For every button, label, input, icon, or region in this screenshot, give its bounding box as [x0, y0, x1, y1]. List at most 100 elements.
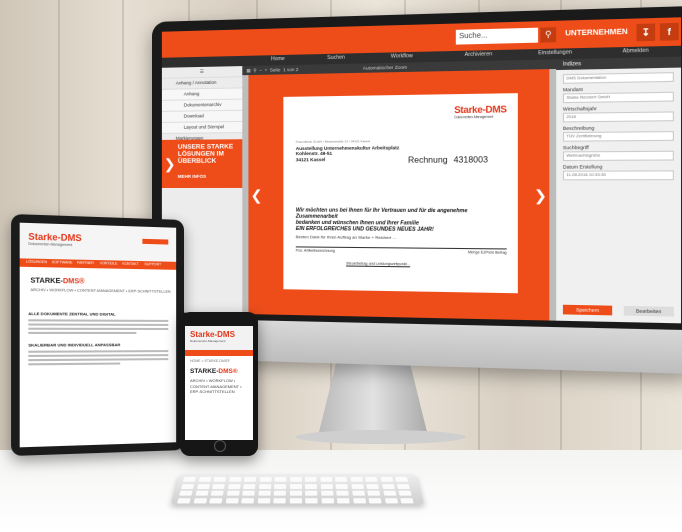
- field-suchbegriff[interactable]: Weihnachtsgrüße: [562, 150, 674, 162]
- keyboard-key: [242, 490, 255, 496]
- keyboard-key: [352, 497, 366, 503]
- phone-subline: ARCHIV • WORKFLOW • CONTENT-MANAGEMENT •…: [190, 378, 242, 394]
- breadcrumb: HOME > STARKE-DMS®: [190, 359, 230, 363]
- invoice-title: Rechnung: [407, 155, 448, 165]
- home-button-icon[interactable]: [214, 440, 226, 452]
- keyboard-key: [181, 483, 195, 489]
- keyboard-key: [228, 477, 242, 482]
- unternehmen-link[interactable]: UNTERNEHMEN: [565, 29, 628, 38]
- keyboard-key: [179, 490, 193, 496]
- keyboard-key: [367, 490, 381, 496]
- text-line: [28, 354, 169, 357]
- text-line: [28, 323, 169, 326]
- keyboard-key: [259, 477, 272, 482]
- text-line: [28, 319, 169, 322]
- keyboard-key: [209, 497, 223, 503]
- keyboard-key: [366, 483, 379, 489]
- tablet-screen: Starke-DMS Dokumenten-Management LÖSUNGEN…: [19, 222, 177, 448]
- tablet-headline-a: STARKE-: [30, 277, 63, 286]
- tablet-nav-item[interactable]: KONTAKT: [122, 262, 138, 266]
- tablet-search-button[interactable]: [142, 238, 169, 245]
- index-actions: Speichern Bearbeiten: [562, 304, 674, 317]
- document-brand: Starke-DMS Dokumenten-Management: [454, 104, 507, 119]
- tablet-logo[interactable]: Starke-DMS Dokumenten-Management: [28, 231, 81, 247]
- tablet-nav-item[interactable]: LÖSUNGEN: [26, 260, 47, 265]
- keyboard-key: [304, 477, 317, 482]
- keyboard-key: [395, 477, 409, 482]
- download-icon[interactable]: ↧: [636, 23, 656, 42]
- promo-title: UNSERE STARKE LÖSUNGEN IM ÜBERBLICK: [177, 143, 234, 165]
- search-icon[interactable]: ⚲: [253, 68, 256, 73]
- text-line: [28, 362, 121, 365]
- text-line: [28, 327, 169, 330]
- keyboard-key: [398, 490, 412, 496]
- left-panel-item[interactable]: Layout und Stempel: [161, 121, 243, 134]
- tablet-device: Starke-DMS Dokumenten-Management LÖSUNGEN…: [11, 213, 185, 457]
- save-button[interactable]: Speichern: [562, 304, 613, 316]
- keyboard-key: [182, 477, 196, 482]
- sidebar-toggle-icon[interactable]: ▦: [246, 68, 250, 73]
- promo-banner[interactable]: ❯ UNSERE STARKE LÖSUNGEN IM ÜBERBLICK ME…: [161, 139, 243, 188]
- tab-suchen[interactable]: Suchen: [327, 55, 345, 62]
- keyboard-key: [274, 483, 287, 489]
- text-line: [28, 350, 169, 353]
- tab-einstellungen[interactable]: Einstellungen: [538, 49, 572, 56]
- tablet-section-title: SKALIERBAR UND INDIVIDUELL ANPASSBAR: [28, 342, 121, 348]
- chevron-right-icon: ❯: [163, 155, 176, 172]
- phone-logo[interactable]: Starke-DMS Dokumenten-Management: [190, 330, 235, 343]
- tab-abmelden[interactable]: Abmelden: [623, 48, 649, 55]
- keyboard-key: [336, 497, 350, 503]
- tablet-nav-item[interactable]: VORTEILE: [100, 261, 118, 265]
- keyboard-key: [381, 483, 395, 489]
- page-indicator[interactable]: 1 von 2: [283, 67, 298, 72]
- keyboard-key: [319, 477, 332, 482]
- zoom-out-icon[interactable]: −: [259, 68, 262, 73]
- message-line: Wir möchten uns bei Ihnen für Ihr Vertra…: [295, 207, 468, 220]
- phone-logo-text: Starke-DMS: [190, 330, 235, 339]
- recipient-city: 34121 Kassel: [295, 156, 326, 162]
- keyboard-key: [400, 497, 414, 503]
- invoice-document: Starke-DMS Dokumenten-Management Freundli…: [283, 93, 518, 294]
- facebook-icon[interactable]: f: [659, 22, 679, 41]
- invoice-message: Wir möchten uns bei Ihnen für Ihr Vertra…: [296, 207, 507, 233]
- invoice-number: 4318003: [453, 155, 488, 165]
- zoom-select[interactable]: Automatischer Zoom: [363, 65, 407, 71]
- keyboard-key: [384, 497, 398, 503]
- keyboard-key: [212, 483, 225, 489]
- tab-home[interactable]: Home: [271, 56, 285, 62]
- keyboard-key: [225, 497, 239, 503]
- tab-archivieren[interactable]: Archivieren: [465, 51, 493, 58]
- field-datum[interactable]: 11.08.2016 10:33:30: [562, 170, 674, 181]
- message-line: EIN ERFOLGREICHES UND GESUNDES NEUES JAH…: [295, 225, 434, 234]
- tablet-nav-item[interactable]: SUPPORT: [144, 262, 161, 266]
- index-panel-title: Indizes: [556, 56, 682, 71]
- promo-button[interactable]: MEHR INFOS: [178, 174, 206, 179]
- keyboard-key: [368, 497, 382, 503]
- keyboard-key: [241, 497, 255, 503]
- chevron-right-icon[interactable]: ❯: [534, 187, 547, 205]
- zoom-in-icon[interactable]: +: [265, 68, 268, 73]
- keyboard-key: [213, 477, 227, 482]
- keyboard-key: [351, 490, 365, 496]
- search-icon[interactable]: ⚲: [540, 27, 557, 43]
- chevron-left-icon[interactable]: ❮: [250, 187, 262, 204]
- phone-logo-sub: Dokumenten-Management: [190, 339, 226, 343]
- phone-menu-bar[interactable]: [185, 350, 253, 356]
- keyboard-key: [305, 490, 318, 496]
- keyboard-key: [210, 490, 224, 496]
- phone-screen: Starke-DMS Dokumenten-Management HOME > S…: [185, 326, 253, 440]
- table-head-right: Menge EzPreis Betrag: [467, 250, 507, 255]
- left-panel-item[interactable]: Download: [161, 110, 243, 123]
- keyboard-key: [273, 490, 286, 496]
- tablet-headline: STARKE-DMS®: [30, 277, 84, 285]
- tablet-nav-item[interactable]: SOFTWARE: [52, 260, 73, 265]
- keyboard-key: [336, 490, 349, 496]
- tab-workflow[interactable]: Workflow: [391, 53, 413, 60]
- tablet-nav-item[interactable]: PARTNER: [77, 261, 94, 265]
- edit-button[interactable]: Bearbeiten: [623, 305, 674, 317]
- keyboard-key: [273, 497, 286, 503]
- search-input[interactable]: Suche...: [455, 27, 539, 45]
- text-line: [28, 358, 169, 361]
- right-panel: Indizes DMS Dokumentation Mandant Starke…: [556, 56, 682, 324]
- invoice-table-header: Pos. Artikelbezeichnung Menge EzPreis Be…: [295, 246, 507, 255]
